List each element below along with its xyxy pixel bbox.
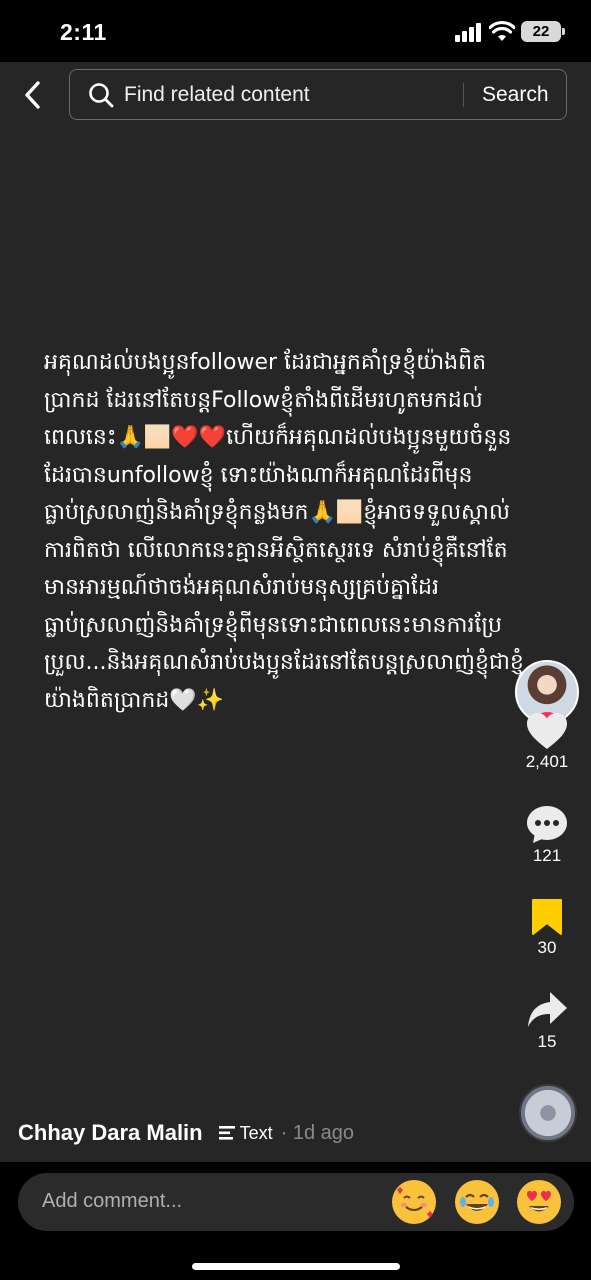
tears-of-joy-emoji-icon[interactable] (455, 1180, 499, 1224)
save-action[interactable]: 30 (515, 898, 579, 958)
save-count: 30 (537, 938, 557, 957)
home-indicator (192, 1263, 400, 1270)
heart-eyes-emoji-icon[interactable] (517, 1180, 561, 1224)
cellular-signal-icon (455, 22, 485, 42)
post-meta-row: Chhay Dara Malin Text · 1d ago (18, 1118, 354, 1148)
post-view: Find related content Search អគុណដល់បងប្អ… (0, 62, 591, 1162)
post-type-badge: Text (218, 1122, 273, 1144)
heart-icon (527, 713, 567, 749)
search-icon (89, 83, 114, 108)
post-type-label: Text (239, 1122, 273, 1143)
share-action[interactable]: 15 (515, 990, 579, 1052)
post-caption-text: អគុណដល់បងប្អូនfollower ដែរជាអ្នកគាំទ្រខ្… (44, 350, 524, 713)
author-name[interactable]: Chhay Dara Malin (18, 1120, 203, 1146)
like-count: 2,401 (525, 752, 569, 771)
search-button[interactable]: Search (482, 83, 549, 107)
wifi-icon (489, 20, 515, 41)
comment-bubble-icon (527, 806, 567, 843)
comment-area: Add comment... (0, 1162, 591, 1280)
sound-disc[interactable] (519, 1084, 577, 1142)
smiling-hearts-emoji-icon[interactable] (392, 1180, 436, 1224)
comment-placeholder: Add comment... (42, 1190, 183, 1212)
chevron-left-icon (25, 81, 40, 109)
battery-indicator: 22 (521, 21, 565, 42)
comment-action[interactable]: 121 (515, 804, 579, 866)
search-divider (463, 83, 464, 107)
back-button[interactable] (16, 78, 50, 112)
status-bar: 2:11 22 (0, 0, 591, 62)
comment-count: 121 (532, 846, 562, 865)
comment-input[interactable]: Add comment... (18, 1173, 574, 1231)
post-time: · 1d ago (280, 1121, 355, 1144)
search-bar[interactable]: Find related content Search (69, 69, 567, 120)
share-count: 15 (537, 1032, 557, 1051)
share-arrow-icon (528, 992, 567, 1027)
like-action[interactable]: 2,401 (515, 712, 579, 772)
status-time: 2:11 (60, 19, 107, 45)
search-input[interactable]: Find related content (124, 83, 310, 107)
bookmark-icon (532, 899, 562, 935)
text-lines-icon (218, 1126, 235, 1140)
